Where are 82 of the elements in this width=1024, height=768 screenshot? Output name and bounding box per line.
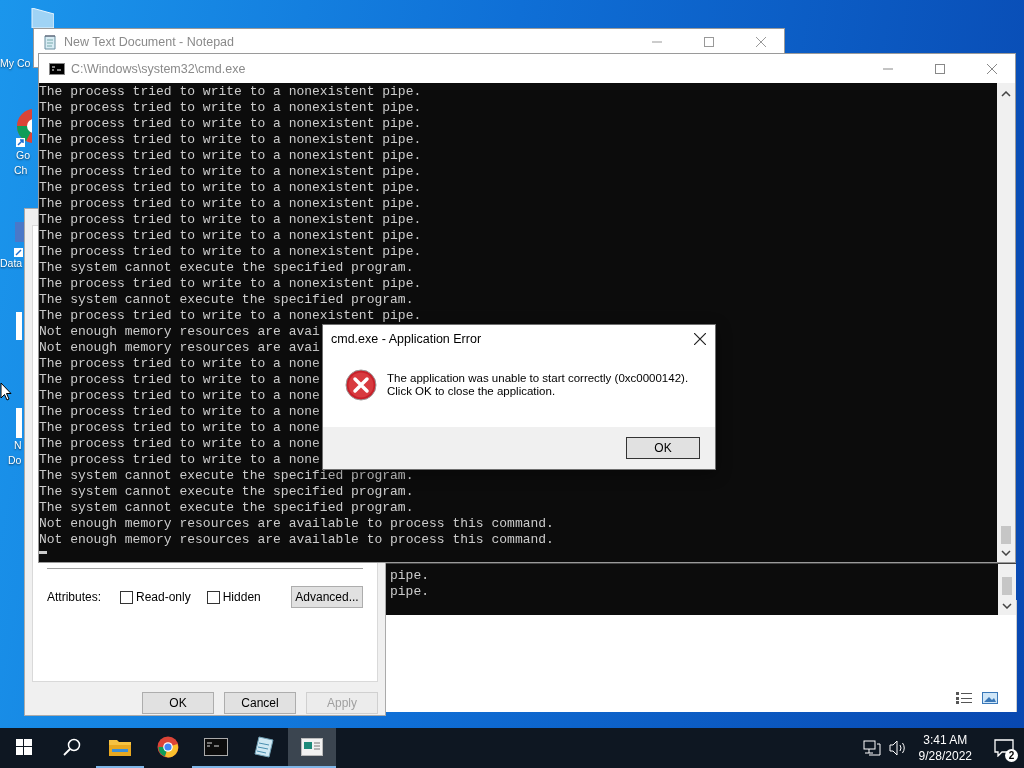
desktop-icon-label: Data [0,256,23,271]
dialog-button[interactable]: Cancel [224,692,296,714]
search-icon [63,738,81,756]
maximize-icon [704,37,714,47]
error-icon [345,369,377,401]
checkbox-label[interactable]: Hidden [222,590,261,604]
console-line: The process tried to write to a nonexistent pipe. [39,180,422,196]
console-line: The system cannot execute the specified program. [39,292,414,308]
close-icon [987,63,997,74]
scroll-thumb[interactable] [1002,577,1012,595]
dialog-button[interactable]: OK [142,692,214,714]
console-line: The process tried to write to a nonexistent pipe. [39,244,422,260]
console-line: The process tried to write to a nonexistent pipe. [39,84,422,100]
close-icon [694,333,706,345]
desktop-icon-label: Go [16,148,30,163]
notification-icon[interactable] [994,739,1014,757]
notepad-icon [253,736,275,758]
console-line: The process tried to write to a nonexistent pipe. [39,148,422,164]
console-line: The system cannot execute the specified program. [39,260,414,276]
clock-time[interactable]: 3:41 AM [923,732,968,748]
console-line: pipe. [390,568,429,584]
maximize-icon [935,63,945,74]
text-cursor [39,551,47,554]
window-icon [301,738,323,756]
console-line: The process tried to write to a none [39,436,320,452]
console-line: The process tried to write to a none [39,388,320,404]
console-line: The process tried to write to a nonexistent pipe. [39,308,422,324]
console-line: The process tried to write to a nonexistent pipe. [39,276,422,292]
console-line: The process tried to write to a nonexistent pipe. [39,196,422,212]
console-line: The process tried to write to a nonexistent pipe. [39,132,422,148]
close-icon [756,37,766,47]
console-line: Not enough memory resources are available to process this command. [39,532,554,548]
attributes-label: Attributes: [47,590,103,604]
scroll-thumb[interactable] [1001,526,1011,544]
console-line: The process tried to write to a none [39,452,320,468]
console-line: Not enough memory resources are available to process this command. [39,516,554,532]
dialog-title: cmd.exe - Application Error [331,332,482,346]
details-view-icon[interactable] [956,692,972,704]
console-line: Not enough memory resources are avai [39,324,320,340]
window-title: New Text Document - Notepad [64,35,234,49]
desktop-icon-label: My Co [0,56,31,71]
network-icon[interactable] [862,740,881,756]
windows-logo-icon [16,739,32,755]
checkbox-label[interactable]: Read-only [136,590,191,604]
shortcut-icon[interactable] [14,222,24,258]
scrollbar[interactable] [997,83,1015,562]
desktop-icon-label: Do [8,453,22,468]
console-line: Not enough memory resources are avai [39,340,320,356]
console-icon [49,62,65,75]
notepad-icon [42,34,58,50]
console-line: The process tried to write to a nonexistent pipe. [39,116,422,132]
chrome-icon [157,736,179,758]
console-line: The system cannot execute the specified program. [39,500,414,516]
volume-icon[interactable] [888,740,907,756]
folder-icon [108,737,132,757]
console-line: The process tried to write to a nonexistent pipe. [39,164,422,180]
scrollbar[interactable] [998,564,1016,615]
advanced-button[interactable]: Advanced... [291,586,363,608]
mouse-cursor-icon [0,382,12,401]
console-line: The process tried to write to a nonexistent pipe. [39,212,422,228]
console-line: The process tried to write to a none [39,372,320,388]
clock-date[interactable]: 9/28/2022 [918,748,972,764]
desktop-icon-label: N [14,438,22,453]
console-line: pipe. [390,584,429,600]
notification-badge: 2 [1005,749,1018,762]
console-line: The process tried to write to a nonexistent pipe. [39,228,422,244]
picture-view-icon[interactable] [982,692,998,704]
document-icon[interactable] [16,312,22,438]
console-line: The system cannot execute the specified program. [39,468,414,484]
console-line: The system cannot execute the specified program. [39,484,414,500]
console-line: The process tried to write to a none [39,420,320,436]
checkbox[interactable] [206,590,220,604]
desktop-icon-label: Ch [14,163,28,178]
error-message: The application was unable to start correctly (0xc0000142). Click OK to close the application. [387,372,689,398]
console-line: The process tried to write to a none [39,356,320,372]
properties-taskbar-button[interactable] [288,728,336,768]
window-title: C:\Windows\system32\cmd.exe [71,61,246,76]
ok-button[interactable]: OK [626,437,700,459]
console-line: The process tried to write to a nonexistent pipe. [39,100,422,116]
checkbox[interactable] [120,590,133,604]
console-icon [204,738,228,756]
console-line: The process tried to write to a none [39,404,320,420]
